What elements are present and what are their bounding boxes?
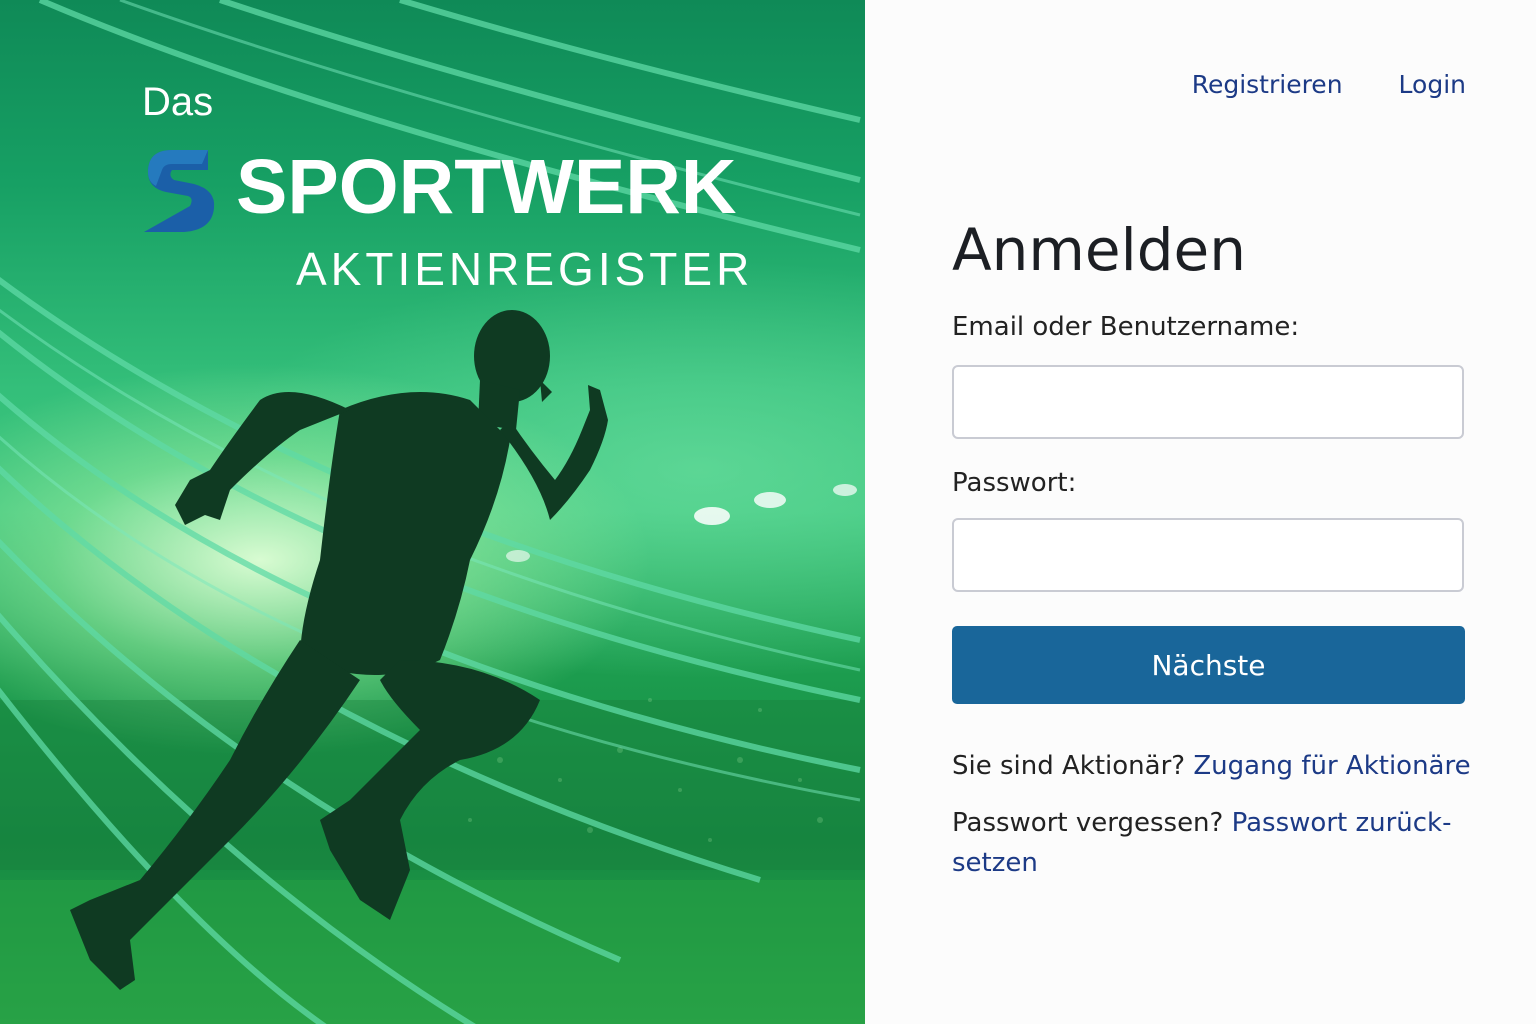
top-navigation: Registrieren Login (1192, 70, 1466, 99)
shareholder-question: Sie sind Aktionär? (952, 751, 1186, 781)
login-form: Anmelden (952, 210, 1465, 290)
login-link[interactable]: Login (1399, 70, 1466, 99)
password-label: Passwort: (952, 468, 1077, 498)
email-label: Email oder Benutzername: (952, 312, 1300, 342)
logo-subtitle: AKTIENREGISTER (296, 243, 754, 295)
sportwerk-logo-icon (144, 150, 215, 232)
hero-panel: Das SPORTWERK AKTIENREGISTER (0, 0, 865, 1024)
register-link[interactable]: Registrieren (1192, 70, 1343, 99)
page-title: Anmelden (952, 216, 1246, 284)
next-button[interactable]: Nächste (952, 626, 1465, 704)
shareholder-access-link[interactable]: Zugang für Aktionäre (1193, 751, 1470, 781)
password-field[interactable] (952, 518, 1464, 592)
forgot-password-question: Passwort vergessen? (952, 808, 1224, 838)
shareholder-access-line: Sie sind Aktionär? Zugang für Aktionäre (952, 746, 1472, 786)
email-field[interactable] (952, 365, 1464, 439)
logo-prefix: Das (142, 80, 214, 124)
logo-wordmark: SPORTWERK (236, 144, 737, 230)
forgot-password-line: Passwort vergessen? Passwort zurück-setz… (952, 803, 1472, 883)
